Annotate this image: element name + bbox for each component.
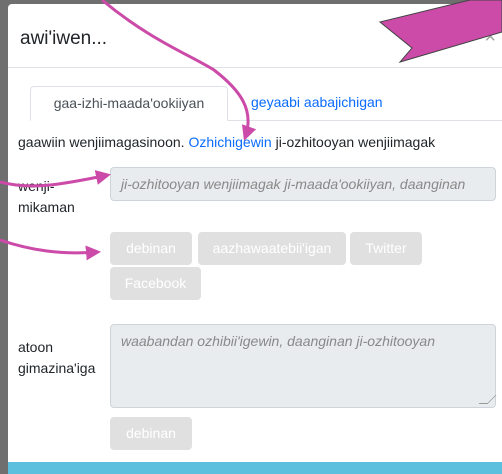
share-dialog: awi'iwen... × gaa-izhi-maada'ookiiyan ge… (8, 4, 502, 474)
share-button-facebook[interactable]: Facebook (110, 267, 201, 300)
info-message: gaawiin wenjiimagasinoon. Ozhichigewin j… (18, 134, 435, 150)
message-placeholder: waabandan ozhibii'igewin, daanginan ji-o… (121, 333, 436, 349)
source-label-line2: mikaman (18, 199, 75, 215)
source-input[interactable]: ji-ozhitooyan wenjiimagak ji-maada'ookii… (110, 167, 496, 201)
message-label-line2: gimazina'iga (18, 360, 96, 376)
source-placeholder: ji-ozhitooyan wenjiimagak ji-maada'ookii… (121, 176, 466, 192)
source-label-line1: wenji- (18, 178, 55, 194)
create-link[interactable]: Ozhichigewin (188, 134, 271, 150)
tab-bar: gaa-izhi-maada'ookiiyan geyaabi aabajich… (30, 86, 502, 121)
share-button-twitter[interactable]: Twitter (350, 232, 422, 265)
submit-button[interactable]: debinan (110, 417, 192, 450)
info-text-before: gaawiin wenjiimagasinoon. (18, 134, 189, 150)
share-button-email[interactable]: aazhawaatebii'igan (198, 232, 346, 265)
message-label: atoon gimazina'iga (18, 337, 106, 379)
message-textarea[interactable]: waabandan ozhibii'igewin, daanginan ji-o… (110, 324, 497, 408)
resize-handle-icon[interactable] (478, 395, 497, 404)
close-icon[interactable]: × (484, 26, 496, 49)
share-button-give[interactable]: debinan (110, 232, 192, 265)
message-label-line1: atoon (18, 339, 54, 355)
dialog-header: awi'iwen... × (8, 4, 502, 68)
dialog-title: awi'iwen... (20, 28, 108, 49)
source-label: wenji- mikaman (18, 176, 75, 218)
tab-share[interactable]: gaa-izhi-maada'ookiiyan (30, 86, 228, 121)
footer-bar (8, 462, 502, 474)
tab-tools[interactable]: geyaabi aabajichigan (251, 86, 395, 119)
info-text-after: ji-ozhitooyan wenjiimagak (271, 134, 436, 150)
